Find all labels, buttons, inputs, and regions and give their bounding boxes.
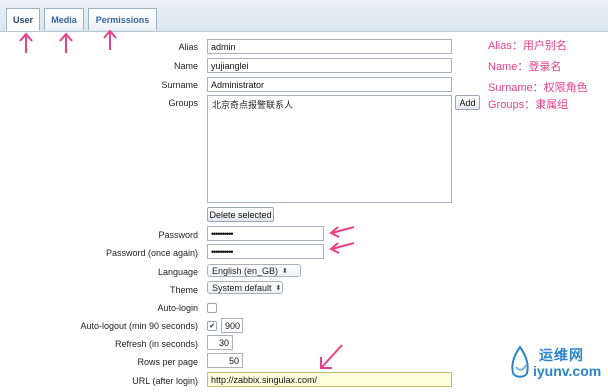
- name-input[interactable]: yujianglei: [207, 58, 452, 73]
- tab-permissions[interactable]: Permissions: [88, 8, 157, 30]
- url-label: URL (after login): [132, 376, 198, 386]
- password-again-label: Password (once again): [105, 248, 198, 258]
- tab-user[interactable]: User: [6, 8, 40, 31]
- tab-media[interactable]: Media: [44, 8, 84, 30]
- refresh-input[interactable]: 30: [207, 335, 233, 350]
- theme-select[interactable]: System default ⬍: [207, 281, 283, 294]
- arrow-left-icon: [329, 242, 355, 254]
- autologin-label: Auto-login: [157, 303, 198, 313]
- autologin-checkbox[interactable]: [207, 303, 217, 313]
- watermark: 运维网 iyunv.com: [505, 341, 605, 391]
- language-select[interactable]: English (en_GB) ⬍: [207, 264, 301, 277]
- autologout-checkbox[interactable]: [207, 321, 217, 331]
- surname-label: Surname: [161, 80, 198, 90]
- annotation-surname: Surname：权限角色: [488, 82, 588, 94]
- watermark-cn: 运维网: [539, 347, 584, 363]
- language-value: English (en_GB): [212, 265, 279, 276]
- delete-selected-button[interactable]: Delete selected: [207, 207, 274, 222]
- chevron-updown-icon: ⬍: [275, 284, 282, 292]
- annotation-name: Name：登录名: [488, 61, 562, 73]
- theme-value: System default: [212, 282, 272, 293]
- rows-per-page-input[interactable]: 50: [207, 353, 243, 368]
- watermark-logo-icon: [511, 345, 529, 378]
- autologout-input[interactable]: 900: [221, 318, 243, 333]
- list-item[interactable]: 北京奇点报警联系人: [212, 98, 447, 111]
- annotation-alias: Alias：用户别名: [488, 40, 567, 52]
- groups-list[interactable]: 北京奇点报警联系人: [207, 95, 452, 203]
- url-input[interactable]: http://zabbix.singulax.com/: [207, 372, 452, 387]
- chevron-updown-icon: ⬍: [282, 267, 288, 275]
- password-again-input[interactable]: ••••••••••: [207, 244, 324, 259]
- alias-input[interactable]: admin: [207, 39, 452, 54]
- annotation-groups: Groups：隶属组: [488, 99, 569, 111]
- password-input[interactable]: ••••••••••: [207, 226, 324, 241]
- autologout-label: Auto-logout (min 90 seconds): [80, 321, 198, 331]
- name-label: Name: [173, 61, 198, 71]
- language-label: Language: [157, 267, 198, 277]
- refresh-label: Refresh (in seconds): [114, 339, 198, 349]
- theme-label: Theme: [169, 285, 198, 295]
- groups-label: Groups: [168, 98, 198, 108]
- surname-input[interactable]: Administrator: [207, 77, 452, 92]
- rows-per-page-label: Rows per page: [137, 357, 198, 367]
- arrow-up-icon: [19, 32, 33, 53]
- add-group-button[interactable]: Add: [455, 95, 480, 110]
- watermark-en: iyunv.com: [533, 363, 602, 379]
- arrow-left-icon: [329, 226, 355, 238]
- alias-label: Alias: [178, 42, 198, 52]
- arrow-up-icon: [59, 32, 73, 53]
- password-label: Password: [158, 230, 198, 240]
- arrow-down-left-icon: [320, 344, 343, 369]
- tab-bar: User Media Permissions: [0, 0, 608, 32]
- arrow-up-icon: [103, 29, 117, 50]
